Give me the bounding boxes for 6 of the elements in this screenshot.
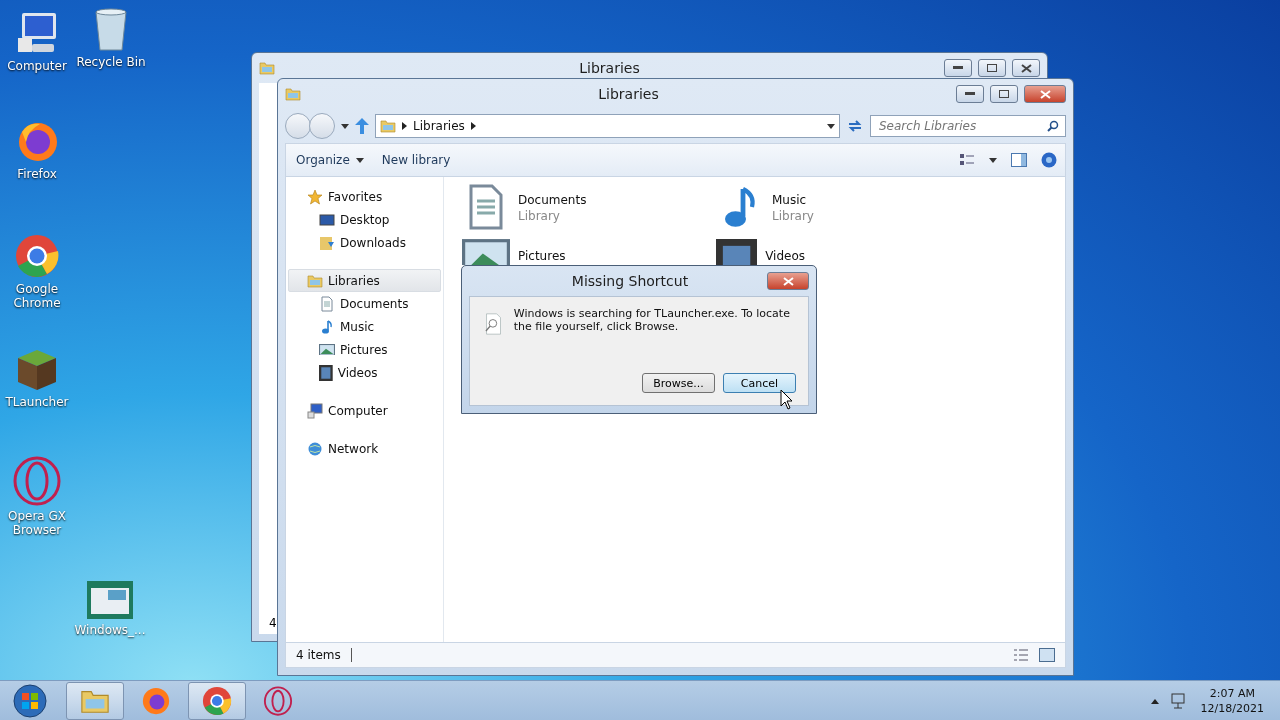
dialog-title: Missing Shortcut	[570, 273, 690, 289]
window-title: Libraries	[578, 60, 641, 76]
window-title: Libraries	[597, 86, 660, 102]
status-text: 4 items	[296, 648, 352, 662]
dialog-message: Windows is searching for TLauncher.exe. To locate the file yourself, click Browse.	[513, 307, 791, 335]
status-text: 4	[269, 616, 277, 630]
